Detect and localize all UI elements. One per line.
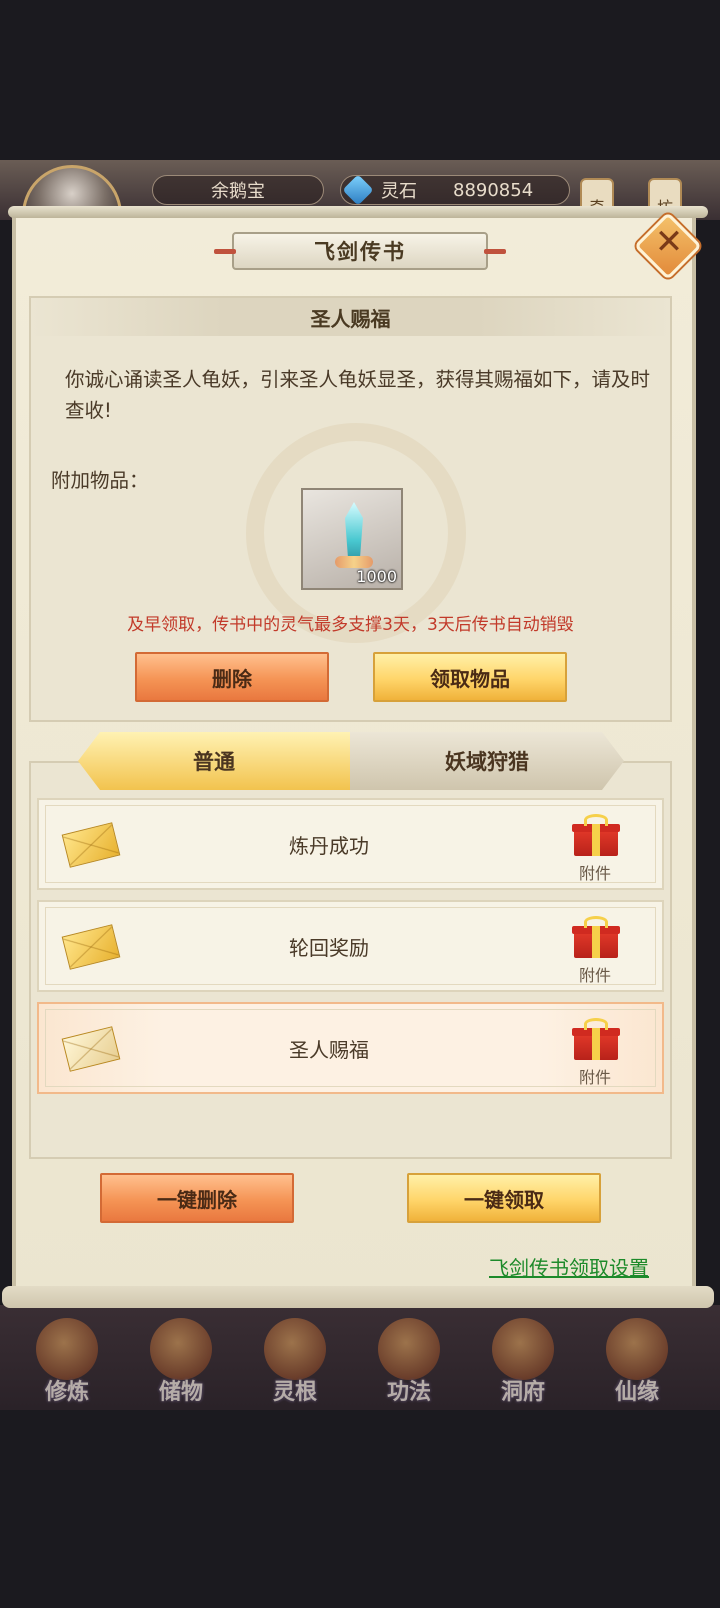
- skill-book-icon: [378, 1318, 440, 1380]
- item-count: 1000: [356, 567, 397, 586]
- mail-title: 炼丹成功: [289, 833, 369, 858]
- expiry-warning: 及早领取，传书中的灵气最多支撑3天，3天后传书自动销毁: [127, 615, 574, 635]
- delete-all-button[interactable]: 一键删除: [100, 1173, 294, 1223]
- nav-item-fate[interactable]: 仙缘: [587, 1310, 687, 1405]
- mail-title: 轮回奖励: [289, 935, 369, 960]
- attachment-tag: 附件: [579, 1068, 612, 1087]
- nav-label: 储物: [158, 1380, 203, 1405]
- tab-normal[interactable]: 普通: [78, 732, 350, 790]
- spirit-root-icon: [264, 1318, 326, 1380]
- claim-item-button[interactable]: 领取物品: [373, 652, 567, 702]
- cave-dwelling-icon: [492, 1318, 554, 1380]
- detail-header: 圣人赐福: [31, 298, 670, 336]
- gift-icon: [572, 916, 620, 958]
- spirit-stone-icon: [342, 174, 374, 206]
- item-slot[interactable]: 1000: [301, 488, 403, 590]
- scroll-rod-top: [8, 206, 708, 218]
- attachment-tag: 附件: [579, 864, 612, 883]
- delete-button[interactable]: 删除: [135, 652, 329, 702]
- mail-item[interactable]: 轮回奖励 附件: [37, 900, 664, 992]
- close-icon[interactable]: ✕: [647, 220, 691, 264]
- mail-item[interactable]: 炼丹成功 附件: [37, 798, 664, 890]
- storage-bag-icon: [150, 1318, 212, 1380]
- nav-item-storage[interactable]: 储物: [131, 1310, 231, 1405]
- nav-item-cultivate[interactable]: 修炼: [17, 1310, 117, 1405]
- attachment-tag: 附件: [579, 966, 612, 985]
- currency-value: 8890854: [453, 179, 534, 201]
- scroll-rod-bottom: [2, 1286, 714, 1308]
- mail-title: 圣人赐福: [289, 1037, 369, 1062]
- nav-label: 灵根: [272, 1380, 317, 1405]
- panel-title: 飞剑传书: [314, 240, 406, 264]
- attachment-label: 附加物品：: [51, 469, 149, 492]
- nav-label: 洞府: [500, 1380, 545, 1405]
- nav-label: 功法: [386, 1380, 431, 1405]
- gift-icon: [572, 1018, 620, 1060]
- nav-label: 修炼: [44, 1380, 89, 1405]
- nav-item-skills[interactable]: 功法: [359, 1310, 459, 1405]
- fate-icon: [606, 1318, 668, 1380]
- panel-title-banner: 飞剑传书: [214, 232, 506, 270]
- player-name: 余鹅宝: [152, 175, 324, 205]
- claim-settings-link[interactable]: 飞剑传书领取设置: [489, 1252, 649, 1281]
- nav-item-cave[interactable]: 洞府: [473, 1310, 573, 1405]
- tab-demon-hunt[interactable]: 妖域狩猎: [350, 732, 624, 790]
- claim-all-button[interactable]: 一键领取: [407, 1173, 601, 1223]
- nav-item-spirit-root[interactable]: 灵根: [245, 1310, 345, 1405]
- currency-label: 灵石: [381, 181, 417, 202]
- detail-body-text: 你诚心诵读圣人龟妖，引来圣人龟妖显圣，获得其赐福如下，请及时查收!: [65, 368, 651, 422]
- cultivate-icon: [36, 1318, 98, 1380]
- mail-item-selected[interactable]: 圣人赐福 附件: [37, 1002, 664, 1094]
- mail-detail: 圣人赐福 你诚心诵读圣人龟妖，引来圣人龟妖显圣，获得其赐福如下，请及时查收! 附…: [29, 296, 672, 722]
- gift-icon: [572, 814, 620, 856]
- currency-display: 灵石 8890854: [340, 174, 570, 206]
- nav-label: 仙缘: [614, 1380, 659, 1405]
